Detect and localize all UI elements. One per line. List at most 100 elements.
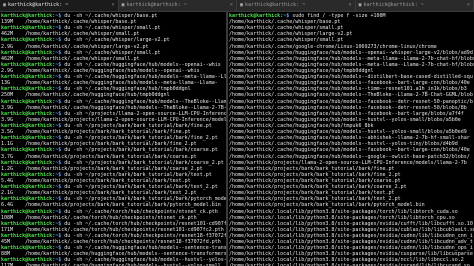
prompt-line: karthick@karthick:~$ du -sh ~/.cache/tor…: [1, 221, 226, 227]
command-text: du -sh ~/.cache/torch/hub/checkpoints/nt…: [61, 208, 218, 215]
command-text: du -sh ~/.cache/huggingface/hub/models--…: [61, 74, 226, 81]
prompt-user-host: karthick@karthick: [1, 135, 53, 142]
command-text: du -sh ~/.cache/huggingface/hub/tmpb0ddg…: [61, 86, 191, 93]
close-icon[interactable]: ×: [346, 0, 351, 11]
prompt-line: karthick@karthick:~$ du -sh ~/.cache/tor…: [1, 209, 226, 215]
tab-2[interactable]: ▣ karthick@karthick: ~ ×: [119, 0, 237, 11]
prompt-user-host: karthick@karthick: [1, 220, 53, 227]
output-line: /home/karthick/.cache/huggingface/hub/mo…: [229, 92, 473, 99]
command-text: du -sh ~/.cache/huggingface/hub/models--…: [61, 257, 226, 264]
prompt-user-host: karthick@karthick: [1, 98, 53, 105]
prompt-path: :~$: [52, 196, 62, 203]
prompt-path: :~$: [52, 61, 62, 68]
tab-4[interactable]: ▣ karthick@karthick: ~ ×: [356, 0, 474, 11]
terminal-icon: ▣: [240, 2, 244, 8]
prompt-path: :~$: [52, 86, 62, 93]
terminal-icon: ▣: [358, 2, 362, 8]
prompt-path: :~$: [52, 49, 62, 56]
prompt-path: :~$: [52, 25, 62, 32]
prompt-user-host: karthick@karthick: [1, 171, 53, 178]
command-text: du -sh ~/projects/llama-2-open-source-LL…: [64, 110, 226, 117]
command-text: du -sh ~/projects/bark/bark_tutorial/bar…: [61, 147, 218, 154]
prompt-user-host: karthick@karthick: [1, 245, 53, 252]
prompt-path: :~$: [52, 13, 62, 19]
prompt-line: karthick@karthick:~$ du -sh ~/projects/b…: [1, 160, 226, 166]
prompt-user-host: karthick@karthick: [1, 232, 53, 239]
prompt-path: :~$: [52, 257, 62, 264]
terminal-icon: ▣: [121, 2, 125, 8]
tab-label: karthick@karthick: ~: [245, 2, 306, 8]
terminal-pane-left[interactable]: karthick@karthick:~$ du -sh ~/.cache/whi…: [0, 12, 226, 266]
prompt-path: :~$: [52, 159, 62, 166]
prompt-path: :~$: [52, 171, 62, 178]
command-text: du -sh ~/projects/bark/bark_tutorial/bar…: [61, 171, 212, 178]
prompt-path: :~$: [52, 37, 62, 44]
output-line: /home/karthick/.cache/huggingface/hub/mo…: [229, 55, 474, 62]
command-text: du -sh ~/.cache/torch/hub/checkpoints/re…: [64, 220, 226, 227]
command-text: du -sh ~/projects/bark/bark_tutorial/bar…: [61, 196, 226, 203]
prompt-line: karthick@karthick:~$ du -sh ~/projects/b…: [1, 147, 226, 153]
prompt-user-host: karthick@karthick: [1, 61, 53, 68]
prompt-user-host: karthick@karthick: [1, 122, 53, 129]
prompt-path: :~$: [280, 13, 290, 19]
prompt-user-host: karthick@karthick: [1, 37, 53, 44]
terminal-icon: ▣: [3, 2, 7, 8]
output-line: /home/karthick/.local/lib/python3.8/site…: [229, 208, 458, 215]
output-line: /home/karthick/.cache/huggingface/hub/mo…: [229, 153, 470, 160]
terminal-pane-right[interactable]: karthick@karthick:~$ sudo find / -type f…: [228, 12, 474, 266]
prompt-user-host: karthick@karthick: [1, 25, 53, 32]
prompt-path: :~$: [52, 232, 62, 239]
close-icon[interactable]: ×: [465, 0, 470, 11]
prompt-user-host: karthick@karthick: [1, 159, 53, 166]
command-text: du -sh ~/.cache/huggingface/hub/models--…: [64, 98, 226, 105]
prompt-user-host: karthick@karthick: [1, 257, 53, 264]
close-icon[interactable]: ×: [109, 0, 114, 11]
prompt-user-host: karthick@karthick: [1, 184, 53, 191]
output-line: /home/karthick/projects/llama-2-open-sou…: [229, 159, 467, 166]
prompt-path: :~$: [52, 135, 62, 142]
prompt-user-host: karthick@karthick: [1, 110, 53, 117]
prompt-user-host: karthick@karthick: [1, 196, 53, 203]
command-text: du -sh ~/projects/bark/bark_tutorial/bar…: [61, 135, 218, 142]
output-line: /home/karthick/.cache/huggingface/hub/mo…: [229, 104, 467, 111]
prompt-path: :~$: [52, 110, 62, 117]
tab-label: karthick@karthick: ~: [8, 2, 69, 8]
prompt-user-host: karthick@karthick: [1, 49, 53, 56]
output-line: /home/karthick/.cache/huggingface/hub/mo…: [229, 110, 464, 117]
tab-bar: ▣ karthick@karthick: ~ × ▣ karthick@karthick…: [0, 0, 474, 12]
prompt-path: :~$: [52, 74, 62, 81]
prompt-path: :~$: [52, 147, 62, 154]
command-text: du -sh ~/.cache/huggingface/hub/models--…: [64, 245, 226, 252]
close-icon[interactable]: ×: [228, 0, 233, 11]
prompt-line: karthick@karthick:~$ du -sh ~/projects/l…: [1, 111, 226, 117]
tab-1[interactable]: ▣ karthick@karthick: ~ ×: [0, 0, 119, 11]
prompt-path: :~$: [52, 98, 62, 105]
prompt-path: :~$: [52, 184, 62, 191]
command-text: du -sh ~/.cache/whisper/small.pt: [61, 25, 161, 32]
tab-label: karthick@karthick: ~: [126, 2, 187, 8]
output-line: /home/karthick/.local/lib/python3.8/site…: [229, 214, 455, 221]
command-text: sudo find / -type f -size +100M: [289, 13, 386, 19]
command-text: du -sh ~/projects/bark/bark_tutorial/bar…: [61, 159, 224, 166]
prompt-user-host: karthick@karthick: [1, 13, 53, 19]
prompt-path: :~$: [52, 220, 62, 227]
output-line: /home/karthick/.cache/huggingface/hub/mo…: [229, 49, 473, 56]
prompt-user-host: karthick@karthick: [1, 208, 53, 215]
prompt-user-host: karthick@karthick: [1, 74, 53, 81]
tab-3[interactable]: ▣ karthick@karthick: ~ ×: [237, 0, 356, 11]
command-text: du -sh ~/projects/bark/bark_tutorial/bar…: [61, 184, 218, 191]
command-text: du -sh ~/.cache/huggingface/hub/models--…: [61, 61, 221, 68]
command-text: du -sh ~/.cache/whisper/large-v2.pt: [61, 37, 170, 44]
command-text: du -sh ~/.cache/whisper/small.pt: [61, 49, 161, 56]
prompt-user-host: karthick@karthick: [1, 86, 53, 93]
prompt-user-host: karthick@karthick: [1, 147, 53, 154]
command-text: du -sh ~/projects/bark/bark_tutorial/bar…: [61, 122, 212, 129]
tab-label: karthick@karthick: ~: [363, 2, 424, 8]
output-line: /home/karthick/.cache/huggingface/hub/mo…: [229, 147, 470, 154]
output-line: /home/karthick/.cache/huggingface/hub/mo…: [229, 98, 473, 105]
terminal-window: ▣ karthick@karthick: ~ × ▣ karthick@karthick…: [0, 0, 474, 266]
prompt-user-host: karthick@karthick: [229, 13, 281, 19]
output-line: /home/karthick/.local/lib/python3.8/site…: [229, 220, 473, 227]
prompt-path: :~$: [52, 122, 62, 129]
command-text: du -sh ~/.cache/torch/hub/checkpoints/re…: [61, 232, 226, 239]
